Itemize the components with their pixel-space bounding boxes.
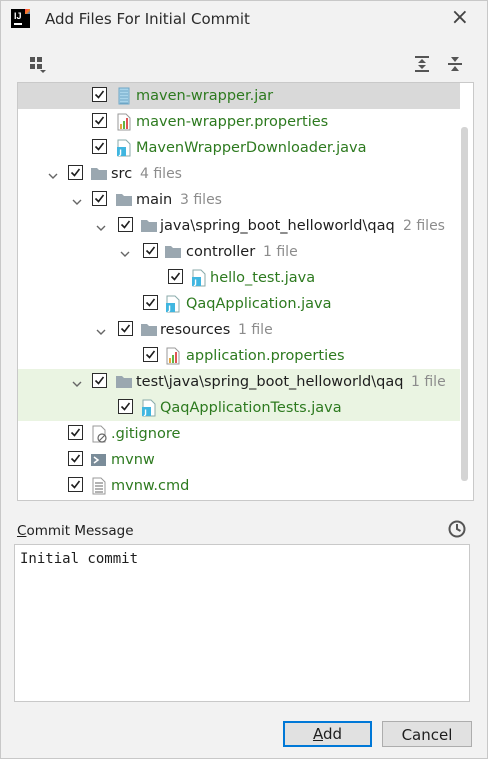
tree-row-label: test\java\spring_boot_helloworld\qaq (136, 374, 404, 390)
tree-row-label: mvnw.cmd (111, 478, 190, 494)
close-icon[interactable]: × (451, 7, 469, 29)
java-file-icon: J (190, 269, 208, 287)
include-checkbox[interactable] (143, 243, 158, 258)
folder-icon (115, 373, 133, 391)
tree-row[interactable]: java\spring_boot_helloworld\qaq 2 files (18, 213, 460, 239)
properties-icon (164, 347, 182, 365)
tree-row-label: maven-wrapper.jar (136, 88, 274, 104)
commit-message-input[interactable]: Initial commit (14, 544, 470, 702)
tree-row[interactable]: Jhello_test.java (18, 265, 460, 291)
shell-script-icon (90, 451, 108, 469)
tree-row[interactable]: src 4 files (18, 161, 460, 187)
file-count: 2 files (403, 218, 445, 234)
chevron-down-icon[interactable] (48, 169, 58, 179)
include-checkbox[interactable] (92, 113, 107, 128)
file-count: 4 files (140, 166, 182, 182)
include-checkbox[interactable] (143, 295, 158, 310)
java-file-icon: J (140, 399, 158, 417)
tree-row-label: application.properties (186, 348, 345, 364)
tree-row-label: QaqApplication.java (186, 296, 332, 312)
tree-row-label: .gitignore (111, 426, 181, 442)
commit-message-label: Commit Message (17, 523, 134, 539)
cancel-button[interactable]: Cancel (382, 721, 472, 747)
tree-row[interactable]: controller 1 file (18, 239, 460, 265)
tree-row[interactable]: mvnw (18, 447, 460, 473)
title-bar: IJ Add Files For Initial Commit × (1, 1, 487, 37)
tree-row[interactable]: .gitignore (18, 421, 460, 447)
dialog-title: Add Files For Initial Commit (45, 10, 250, 28)
gitignore-icon (90, 425, 108, 443)
chevron-down-icon[interactable] (120, 247, 130, 257)
java-file-icon: J (115, 139, 133, 157)
include-checkbox[interactable] (143, 347, 158, 362)
tree-scrollbar[interactable] (461, 127, 468, 481)
include-checkbox[interactable] (168, 269, 183, 284)
add-files-dialog: IJ Add Files For Initial Commit × maven-… (0, 0, 488, 759)
include-checkbox[interactable] (68, 451, 83, 466)
chevron-down-icon[interactable] (96, 325, 106, 335)
group-by-icon[interactable] (29, 56, 47, 74)
tree-row[interactable]: test\java\spring_boot_helloworld\qaq 1 fi… (18, 369, 460, 395)
include-checkbox[interactable] (118, 321, 133, 336)
tree-row-label: mvnw (111, 452, 155, 468)
folder-icon (140, 321, 158, 339)
file-count: 1 file (238, 322, 273, 338)
svg-text:J: J (143, 409, 147, 417)
tree-row[interactable]: main 3 files (18, 187, 460, 213)
tree-row[interactable]: maven-wrapper.properties (18, 109, 460, 135)
text-file-icon (90, 477, 108, 495)
file-count: 1 file (411, 374, 446, 390)
tree-row-label: src (111, 166, 133, 182)
svg-text:J: J (167, 305, 171, 313)
include-checkbox[interactable] (68, 425, 83, 440)
tree-row-label: hello_test.java (210, 270, 316, 286)
include-checkbox[interactable] (92, 373, 107, 388)
tree-row-label: controller (186, 244, 256, 260)
file-count: 1 file (263, 244, 298, 260)
changes-tree[interactable]: maven-wrapper.jar maven-wrapper.propertie… (17, 82, 474, 501)
tree-row-label: MavenWrapperDownloader.java (136, 140, 367, 156)
chevron-down-icon[interactable] (72, 195, 82, 205)
tree-row-label: main (136, 192, 173, 208)
include-checkbox[interactable] (92, 87, 107, 102)
tree-row[interactable]: application.properties (18, 343, 460, 369)
chevron-down-icon[interactable] (96, 221, 106, 231)
intellij-app-icon: IJ (11, 9, 30, 28)
file-count: 3 files (180, 192, 222, 208)
expand-all-icon[interactable] (412, 54, 432, 74)
tree-row[interactable]: J QaqApplicationTests.java (18, 395, 460, 421)
folder-icon (164, 243, 182, 261)
include-checkbox[interactable] (118, 399, 133, 414)
tree-row-label: java\spring_boot_helloworld\qaq (160, 218, 395, 234)
properties-icon (115, 113, 133, 131)
include-checkbox[interactable] (68, 477, 83, 492)
collapse-all-icon[interactable] (445, 54, 465, 74)
tree-row[interactable]: J QaqApplication.java (18, 291, 460, 317)
tree-row-label: maven-wrapper.properties (136, 114, 329, 130)
tree-row-label: QaqApplicationTests.java (160, 400, 342, 416)
folder-icon (115, 191, 133, 209)
folder-icon (90, 165, 108, 183)
tree-row[interactable]: resources 1 file (18, 317, 460, 343)
include-checkbox[interactable] (118, 217, 133, 232)
jar-icon (115, 87, 133, 105)
add-button[interactable]: Add (283, 721, 372, 747)
svg-text:J: J (193, 279, 197, 287)
include-checkbox[interactable] (92, 191, 107, 206)
tree-row[interactable]: maven-wrapper.jar (18, 83, 460, 109)
chevron-down-icon[interactable] (72, 377, 82, 387)
tree-row-label: resources (160, 322, 231, 338)
include-checkbox[interactable] (92, 139, 107, 154)
svg-text:J: J (118, 149, 122, 157)
folder-icon (140, 217, 158, 235)
history-icon[interactable] (448, 520, 466, 538)
include-checkbox[interactable] (68, 165, 83, 180)
java-file-icon: J (164, 295, 182, 313)
tree-row[interactable]: J MavenWrapperDownloader.java (18, 135, 460, 161)
tree-row[interactable]: mvnw.cmd (18, 473, 460, 499)
